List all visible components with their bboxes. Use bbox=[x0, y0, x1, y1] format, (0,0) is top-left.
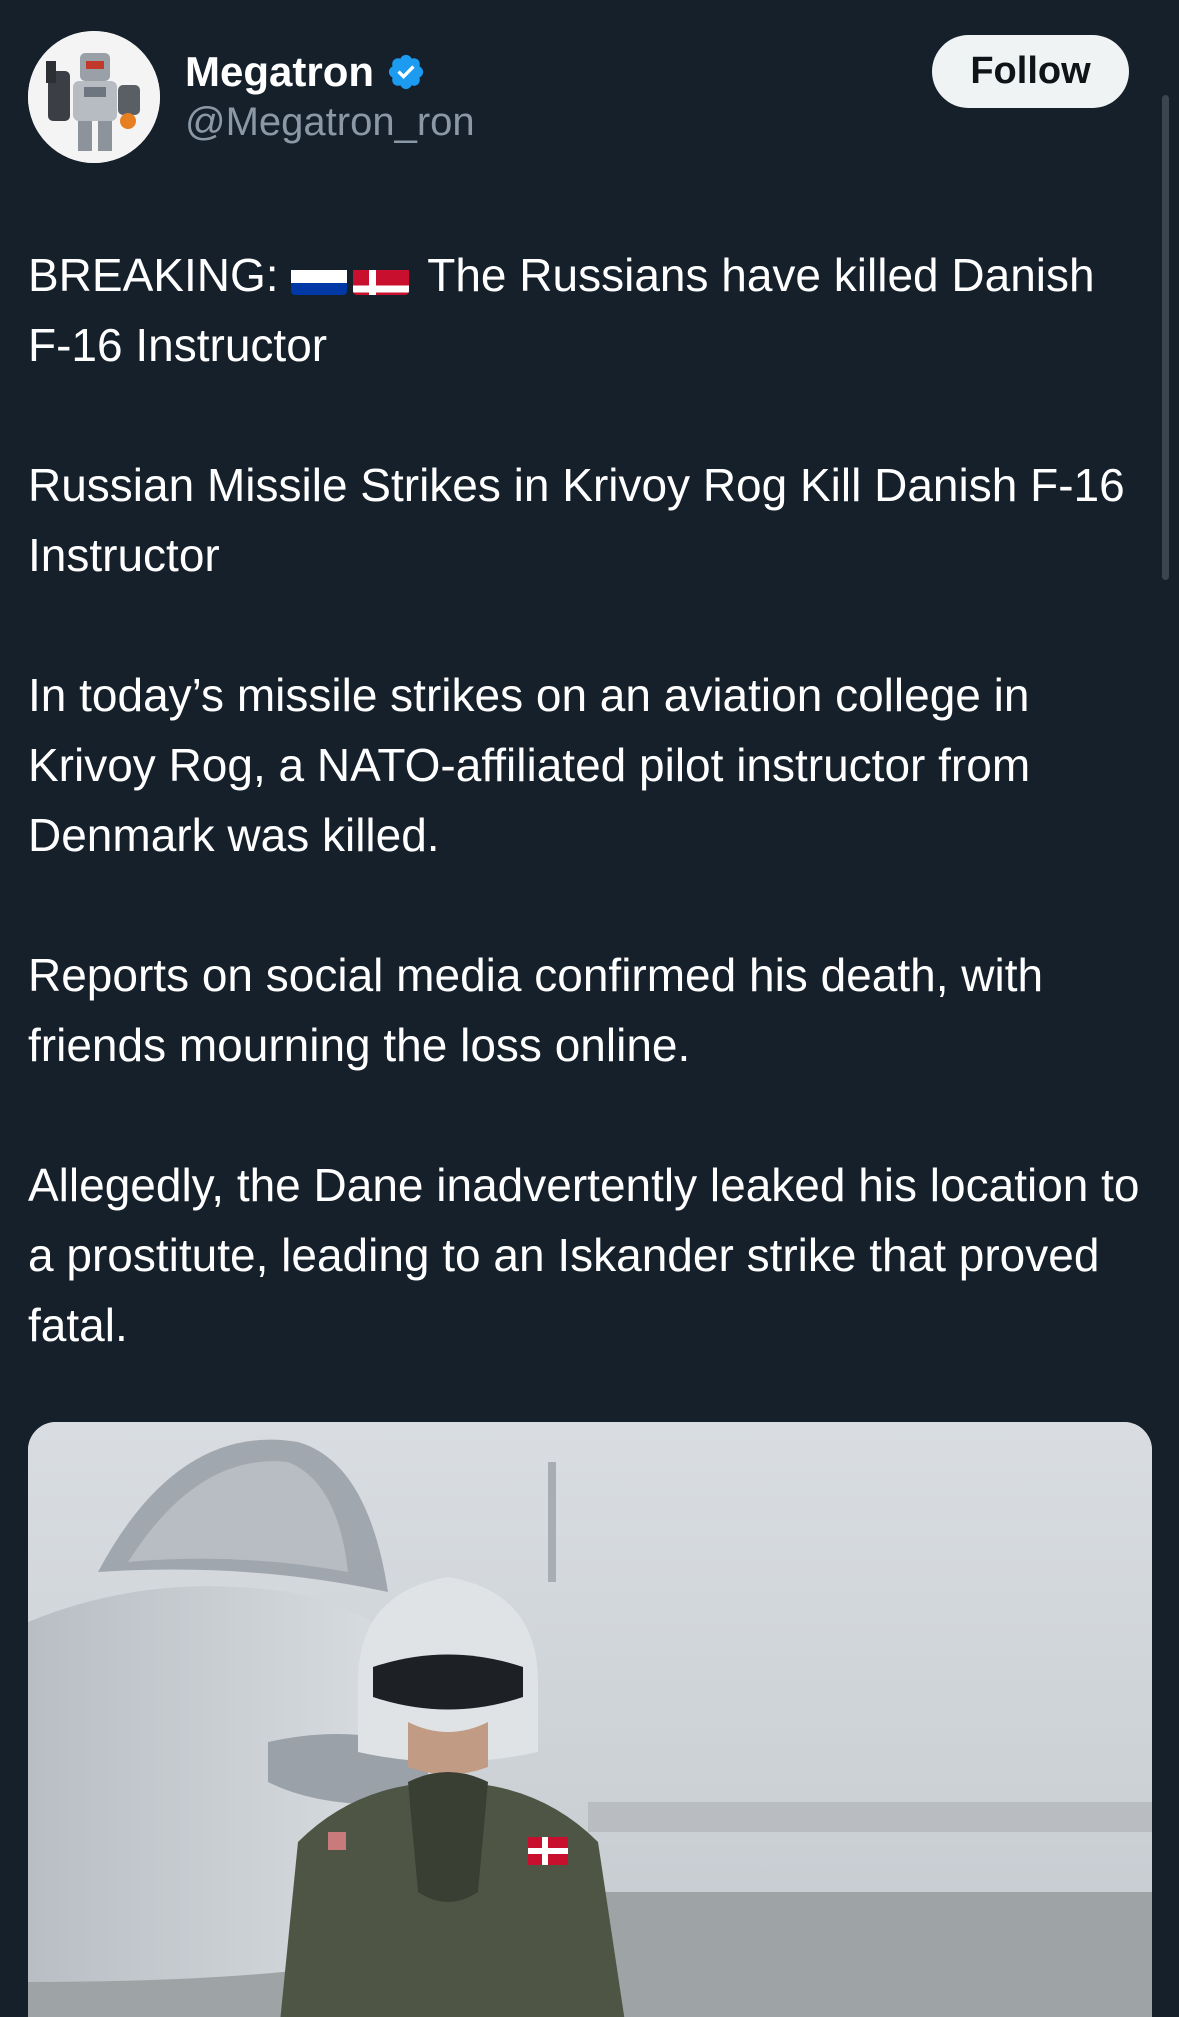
breaking-prefix: BREAKING: bbox=[28, 249, 292, 301]
russia-flag-icon bbox=[291, 257, 348, 295]
tweet-text: BREAKING: The Russians have killed Danis… bbox=[28, 240, 1148, 1430]
robot-avatar-icon[interactable] bbox=[28, 31, 160, 163]
denmark-flag-icon bbox=[353, 257, 410, 295]
verified-badge-icon bbox=[386, 52, 426, 92]
display-name[interactable]: Megatron bbox=[185, 48, 374, 96]
scrollbar[interactable] bbox=[1162, 95, 1169, 580]
follow-button[interactable]: Follow bbox=[932, 35, 1129, 108]
author-name-row[interactable]: Megatron bbox=[185, 44, 426, 100]
tweet-paragraph-1: BREAKING: The Russians have killed Danis… bbox=[28, 240, 1148, 380]
tweet-paragraph-5: Allegedly, the Dane inadvertently leaked… bbox=[28, 1159, 1140, 1351]
author-handle[interactable]: @Megatron_ron bbox=[185, 100, 475, 145]
tweet-paragraph-2: Russian Missile Strikes in Krivoy Rog Ki… bbox=[28, 459, 1125, 581]
tweet-paragraph-3: In today’s missile strikes on an aviatio… bbox=[28, 669, 1031, 861]
tweet-paragraph-4: Reports on social media confirmed his de… bbox=[28, 949, 1044, 1071]
tweet-header: Megatron @Megatron_ron Follow bbox=[0, 0, 1179, 200]
pilot-photo-image[interactable] bbox=[28, 1422, 1152, 2017]
